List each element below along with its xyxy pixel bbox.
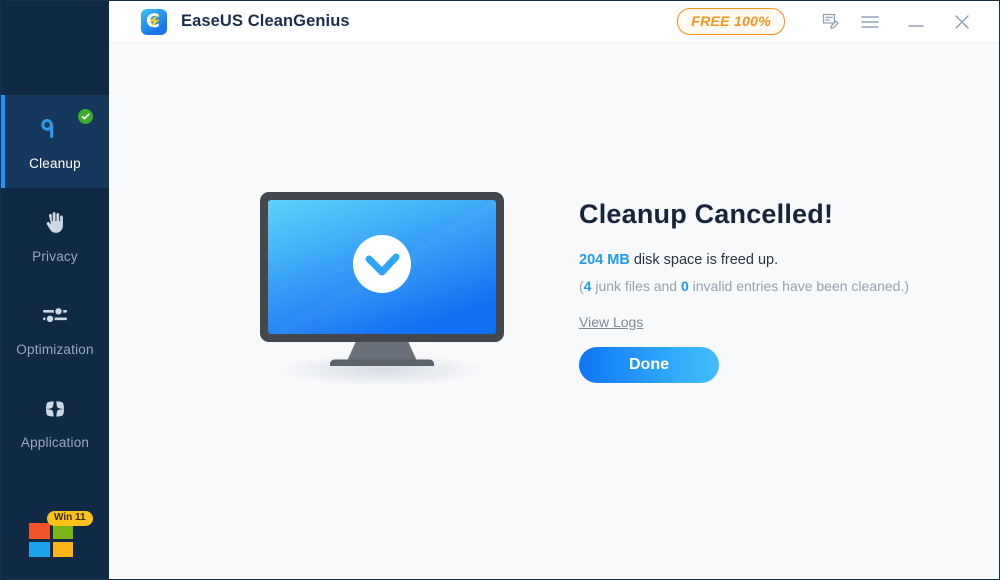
sliders-icon xyxy=(38,299,72,333)
titlebar-controls: FREE 100% xyxy=(677,5,985,39)
sidebar-item-label: Optimization xyxy=(16,341,94,357)
hand-icon xyxy=(38,206,72,240)
free-badge[interactable]: FREE 100% xyxy=(677,8,785,35)
freed-space-text: 204 MB disk space is freed up. xyxy=(579,252,778,268)
app-title: EaseUS CleanGenius xyxy=(181,12,350,30)
freed-space-suffix: disk space is freed up. xyxy=(629,252,779,268)
feedback-icon[interactable] xyxy=(813,5,847,39)
sidebar-item-label: Privacy xyxy=(32,248,78,264)
os-badge-label: Win 11 xyxy=(47,511,93,526)
menu-icon[interactable] xyxy=(847,5,893,39)
sidebar-item-privacy[interactable]: Privacy xyxy=(1,188,109,281)
main-area: C ⚡ EaseUS CleanGenius FREE 100% Cleanup… xyxy=(109,1,999,579)
cleangenius-logo-icon: C ⚡ xyxy=(141,8,167,35)
sidebar: Cleanup Privacy Optimization Application… xyxy=(1,1,109,579)
freed-space-unit: MB xyxy=(607,252,630,268)
clover-grid-icon xyxy=(38,392,72,426)
sidebar-top-spacer xyxy=(1,1,109,95)
freed-space-value: 204 xyxy=(579,252,604,268)
content-area: Cleanup Cancelled! 204 MB disk space is … xyxy=(109,43,999,579)
detail-suffix: invalid entries have been cleaned.) xyxy=(688,278,910,294)
done-button[interactable]: Done xyxy=(579,347,719,383)
view-logs-link[interactable]: View Logs xyxy=(579,314,643,330)
titlebar: C ⚡ EaseUS CleanGenius FREE 100% xyxy=(109,1,999,43)
close-icon[interactable] xyxy=(939,5,985,39)
app-window: Cleanup Privacy Optimization Application… xyxy=(0,0,1000,580)
page-title: Cleanup Cancelled! xyxy=(579,199,834,229)
windows-logo-icon xyxy=(29,523,73,557)
sidebar-item-label: Application xyxy=(20,434,90,450)
cleaned-details-text: (4 junk files and 0 invalid entries have… xyxy=(579,278,909,294)
bolt-icon: ⚡ xyxy=(147,13,162,28)
result-panel: Cleanup Cancelled! 204 MB disk space is … xyxy=(579,199,909,383)
sidebar-item-application[interactable]: Application xyxy=(1,374,109,467)
detail-mid: junk files and xyxy=(591,278,681,294)
check-badge xyxy=(78,109,93,124)
os-badge[interactable]: Win 11 xyxy=(29,511,93,557)
sidebar-item-label: Cleanup xyxy=(29,155,81,171)
sidebar-item-optimization[interactable]: Optimization xyxy=(1,281,109,374)
minimize-icon[interactable] xyxy=(893,5,939,39)
sidebar-item-cleanup[interactable]: Cleanup xyxy=(1,95,109,188)
broom-icon xyxy=(38,113,72,147)
invalid-entries-count: 0 xyxy=(680,278,689,294)
monitor-with-check-icon xyxy=(217,184,547,399)
